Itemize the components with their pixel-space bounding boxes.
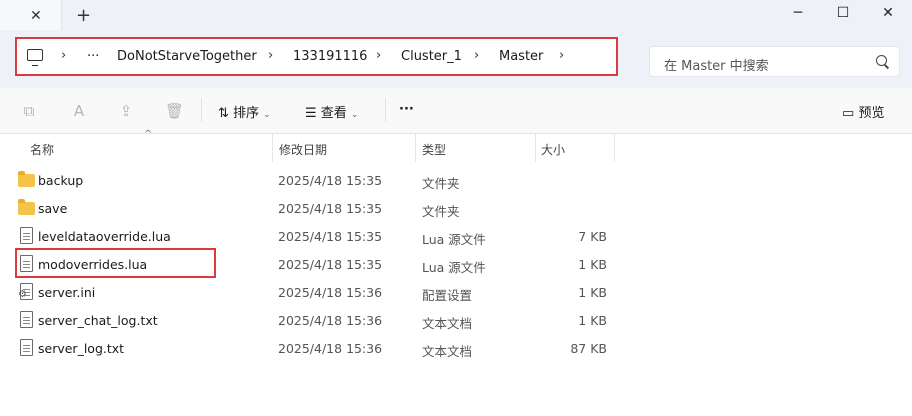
view-icon: ☰: [305, 106, 317, 121]
file-icon: [20, 339, 33, 356]
file-name: save: [38, 201, 68, 216]
column-divider[interactable]: [535, 134, 536, 162]
breadcrumb-133191116[interactable]: 133191116: [293, 49, 367, 64]
more-options-button[interactable]: ···: [399, 102, 414, 117]
file-type: Lua 源文件: [422, 260, 486, 275]
rename-icon[interactable]: A: [70, 102, 88, 120]
explorer-tab[interactable]: ✕: [0, 0, 62, 30]
preview-button[interactable]: ▭ 预览: [842, 102, 884, 121]
file-date: 2025/4/18 15:36: [278, 285, 383, 300]
file-size: 1 KB: [578, 313, 607, 328]
file-size: 1 KB: [578, 257, 607, 272]
sort-ascending-icon: ^: [144, 129, 153, 140]
search-input[interactable]: 在 Master 中搜索: [649, 46, 900, 77]
chevron-right-icon[interactable]: ›: [61, 48, 66, 63]
maximize-button[interactable]: ☐: [823, 3, 863, 27]
breadcrumb-more[interactable]: ···: [87, 49, 99, 64]
file-icon: [20, 311, 33, 328]
highlight-box: [15, 248, 216, 278]
this-pc-icon[interactable]: [27, 49, 43, 66]
close-window-button[interactable]: ✕: [868, 3, 908, 27]
file-date: 2025/4/18 15:35: [278, 257, 383, 272]
file-type: 文件夹: [422, 176, 460, 191]
column-divider[interactable]: [614, 134, 615, 162]
settings-file-icon: [18, 283, 33, 300]
delete-icon[interactable]: 🗑: [165, 102, 184, 120]
command-bar: ⧉ A ⇪ 🗑 ⇅ 排序 ⌄ ☰ 查看 ⌄ ··· ▭ 预览: [0, 88, 912, 134]
list-item[interactable]: server_log.txt 2025/4/18 15:36 文本文档 87 K…: [0, 334, 912, 362]
sort-button[interactable]: ⇅ 排序 ⌄: [218, 102, 271, 121]
column-divider[interactable]: [272, 134, 273, 162]
file-date: 2025/4/18 15:35: [278, 173, 383, 188]
column-divider[interactable]: [415, 134, 416, 162]
column-name[interactable]: 名称: [30, 141, 54, 158]
toolbar-divider: [201, 98, 202, 122]
column-size[interactable]: 大小: [541, 141, 565, 158]
column-header-row: ^ 名称 修改日期 类型 大小: [0, 129, 912, 162]
preview-label: 预览: [858, 106, 885, 121]
file-type: 文本文档: [422, 316, 473, 331]
file-type: 文件夹: [422, 204, 460, 219]
chevron-right-icon[interactable]: ›: [559, 48, 564, 63]
list-item[interactable]: save 2025/4/18 15:35 文件夹: [0, 194, 912, 222]
chevron-right-icon[interactable]: ›: [376, 48, 381, 63]
share-icon[interactable]: ⇪: [117, 102, 135, 120]
file-type: 文本文档: [422, 344, 473, 359]
breadcrumb-master[interactable]: Master: [499, 49, 543, 64]
file-size: 87 KB: [570, 341, 607, 356]
file-name: server_chat_log.txt: [38, 313, 158, 328]
chevron-right-icon[interactable]: ›: [268, 48, 273, 63]
sort-icon: ⇅: [218, 106, 229, 121]
file-date: 2025/4/18 15:35: [278, 201, 383, 216]
close-tab-icon[interactable]: ✕: [30, 8, 42, 24]
file-type: 配置设置: [422, 288, 473, 303]
file-date: 2025/4/18 15:36: [278, 341, 383, 356]
toolbar-divider: [385, 98, 386, 122]
new-tab-button[interactable]: +: [76, 5, 91, 26]
folder-icon: [18, 199, 35, 215]
view-button[interactable]: ☰ 查看 ⌄: [305, 102, 358, 121]
file-name: leveldataoverride.lua: [38, 229, 171, 244]
title-bar: ✕ + ─ ☐ ✕: [0, 0, 912, 30]
chevron-down-icon: ⌄: [263, 110, 271, 120]
breadcrumb-cluster-1[interactable]: Cluster_1: [401, 49, 462, 64]
list-item[interactable]: server_chat_log.txt 2025/4/18 15:36 文本文档…: [0, 306, 912, 334]
file-date: 2025/4/18 15:36: [278, 313, 383, 328]
view-label: 查看: [320, 106, 347, 121]
file-type: Lua 源文件: [422, 232, 486, 247]
preview-pane-icon: ▭: [842, 106, 855, 121]
address-bar-area: › ··· DoNotStarveTogether › 133191116 › …: [0, 30, 912, 88]
file-name: server.ini: [38, 285, 96, 300]
breadcrumb-donotstarvetogether[interactable]: DoNotStarveTogether: [117, 49, 257, 64]
file-size: 7 KB: [578, 229, 607, 244]
file-icon: [20, 227, 33, 244]
list-item[interactable]: leveldataoverride.lua 2025/4/18 15:35 Lu…: [0, 222, 912, 250]
file-date: 2025/4/18 15:35: [278, 229, 383, 244]
chevron-down-icon: ⌄: [350, 110, 359, 120]
file-size: 1 KB: [578, 285, 607, 300]
copy-icon[interactable]: ⧉: [20, 102, 38, 120]
sort-label: 排序: [233, 106, 260, 121]
file-name: backup: [38, 173, 84, 188]
file-name: server_log.txt: [38, 341, 125, 356]
search-icon[interactable]: [876, 55, 887, 66]
list-item[interactable]: backup 2025/4/18 15:35 文件夹: [0, 166, 912, 194]
column-type[interactable]: 类型: [422, 141, 446, 158]
column-date[interactable]: 修改日期: [279, 141, 327, 158]
folder-icon: [18, 171, 35, 187]
list-item[interactable]: server.ini 2025/4/18 15:36 配置设置 1 KB: [0, 278, 912, 306]
address-bar[interactable]: › ··· DoNotStarveTogether › 133191116 › …: [15, 37, 618, 76]
search-placeholder: 在 Master 中搜索: [664, 59, 769, 74]
chevron-right-icon[interactable]: ›: [474, 48, 479, 63]
minimize-button[interactable]: ─: [778, 3, 818, 27]
